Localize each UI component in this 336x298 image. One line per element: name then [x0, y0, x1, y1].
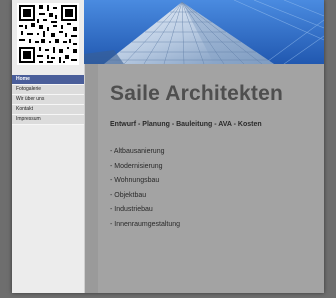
nav-item-home[interactable]: Home — [12, 75, 84, 85]
page-title: Saile Architekten — [110, 82, 284, 105]
list-item: - Wohnungsbau — [110, 177, 160, 184]
nav-item-impressum[interactable]: Impressum — [12, 115, 84, 125]
glass-pyramid-image — [84, 0, 324, 64]
list-item: - Innenraumgestaltung — [110, 220, 181, 228]
list-item: - Modernisierung — [110, 162, 163, 170]
qr-code-image — [17, 3, 79, 65]
main-content: Saile Architekten Entwurf - Planung - Ba… — [98, 64, 324, 293]
page-container: Home Fotogalerie Wir über uns Kontakt Im… — [12, 0, 324, 293]
nav-item-wir-ueber-uns[interactable]: Wir über uns — [12, 95, 84, 105]
services-list: - Altbausanierung - Modernisierung - Woh… — [110, 148, 180, 235]
list-item: - Objektbau — [110, 191, 147, 199]
list-item: - Industriebau — [110, 206, 153, 213]
sidebar: Home Fotogalerie Wir über uns Kontakt Im… — [12, 0, 85, 293]
nav-item-kontakt[interactable]: Kontakt — [12, 105, 84, 115]
main-navigation: Home Fotogalerie Wir über uns Kontakt Im… — [12, 75, 84, 125]
services-subtitle: Entwurf - Planung - Bauleitung - AVA - K… — [110, 121, 262, 128]
nav-item-fotogalerie[interactable]: Fotogalerie — [12, 85, 84, 95]
list-item: - Altbausanierung — [110, 148, 165, 155]
qr-code-icon — [17, 3, 79, 65]
header-banner-image — [84, 0, 324, 64]
